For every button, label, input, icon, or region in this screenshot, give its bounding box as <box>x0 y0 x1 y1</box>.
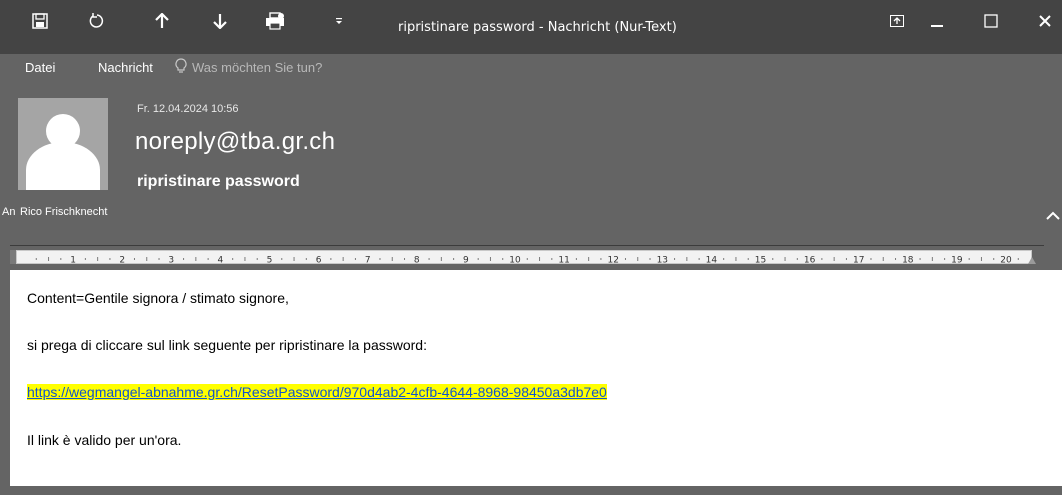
ruler-number: 11 <box>558 256 569 266</box>
to-label: An <box>2 206 16 218</box>
ruler-number: 19 <box>951 256 963 266</box>
menu-file[interactable]: Datei <box>25 60 55 75</box>
collapse-header-icon[interactable] <box>1044 206 1062 226</box>
ruler-number: 6 <box>316 256 322 266</box>
ruler-number: 14 <box>706 256 718 266</box>
right-indent-marker[interactable] <box>1028 257 1036 264</box>
avatar <box>18 98 108 190</box>
ruler-number: 1 <box>70 256 76 266</box>
body-line-4: Il link è valido per un'ora. <box>27 432 182 448</box>
lightbulb-icon <box>175 58 187 76</box>
to-recipient[interactable]: Rico Frischknecht <box>20 206 107 218</box>
bottom-border <box>0 486 1062 495</box>
ruler-number: 2 <box>119 256 125 266</box>
ruler-number: 18 <box>902 256 914 266</box>
ruler-number: 16 <box>804 256 816 266</box>
tell-me-search[interactable]: Was möchten Sie tun? <box>175 58 322 76</box>
ruler[interactable]: 1 2 3 4 5 6 7 8 9 10 11 12 13 14 15 16 17 18 19 20 <box>16 250 1032 266</box>
close-icon[interactable] <box>1028 8 1062 34</box>
maximize-icon[interactable] <box>974 8 1008 34</box>
ruler-number: 7 <box>365 256 371 266</box>
title-bar: ripristinare password - Nachricht (Nur-T… <box>0 0 1062 75</box>
ruler-number: 15 <box>755 256 766 266</box>
body-line-1: Content=Gentile signora / stimato signor… <box>27 290 289 306</box>
ruler-number: 10 <box>509 256 521 266</box>
ruler-number: 3 <box>168 256 174 266</box>
ruler-number: 13 <box>657 256 668 266</box>
ruler-number: 4 <box>218 256 224 266</box>
ruler-number: 5 <box>267 256 273 266</box>
outlook-message-window: ripristinare password - Nachricht (Nur-T… <box>0 0 1062 495</box>
ruler-number: 17 <box>853 256 864 266</box>
ruler-number: 12 <box>607 256 618 266</box>
subject: ripristinare password <box>137 173 300 190</box>
ruler-number: 9 <box>463 256 469 266</box>
menu-message[interactable]: Nachricht <box>98 60 153 75</box>
minimize-icon[interactable] <box>920 8 954 34</box>
reset-link-text[interactable]: https://wegmangel-abnahme.gr.ch/ResetPas… <box>27 384 607 400</box>
ruler-number: 8 <box>414 256 420 266</box>
sender-address[interactable]: noreply@tba.gr.ch <box>135 128 335 156</box>
reset-link[interactable]: https://wegmangel-abnahme.gr.ch/ResetPas… <box>27 384 607 400</box>
ruler-number: 20 <box>1000 256 1012 266</box>
sent-date: Fr. 12.04.2024 10:56 <box>137 103 239 115</box>
tell-me-placeholder: Was möchten Sie tun? <box>192 59 323 75</box>
ribbon-display-options-icon[interactable] <box>880 8 914 34</box>
message-body[interactable]: Content=Gentile signora / stimato signor… <box>10 270 1062 486</box>
body-line-2: si prega di cliccare sul link seguente p… <box>27 337 427 353</box>
